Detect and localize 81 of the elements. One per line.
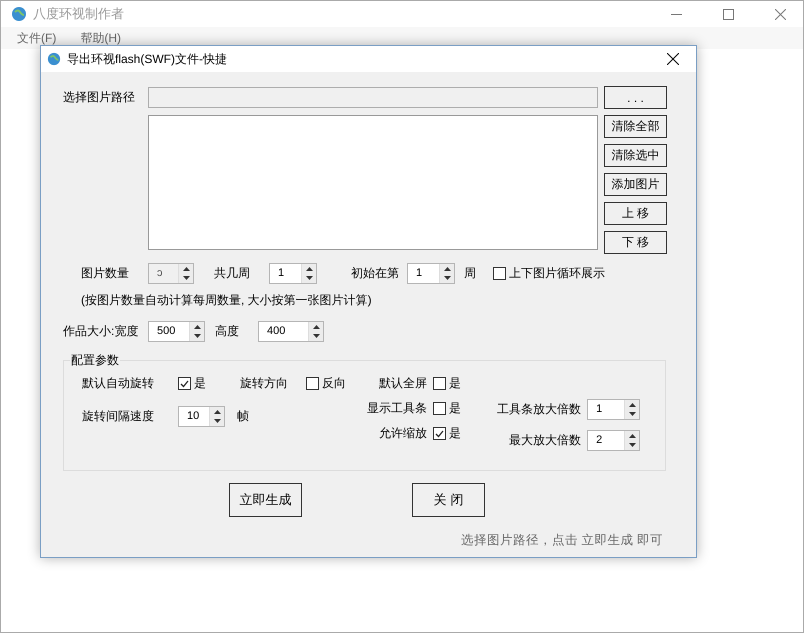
checkbox-label: 上下图片循环展示 bbox=[509, 265, 605, 282]
spin-up-button[interactable] bbox=[309, 322, 323, 332]
up-arrow-icon bbox=[628, 402, 636, 407]
checkbox-label: 是 bbox=[194, 375, 206, 392]
up-arrow-icon bbox=[628, 434, 636, 438]
field-label: 图片数量 bbox=[80, 265, 130, 282]
option-label: 默认自动旋转 bbox=[82, 375, 155, 392]
spin-up-button[interactable] bbox=[625, 431, 640, 440]
status-text: 选择图片路径，点击 立即生成 即可 bbox=[461, 532, 663, 549]
down-arrow-icon bbox=[194, 334, 200, 338]
checkbox[interactable] bbox=[432, 377, 446, 390]
checkbox[interactable] bbox=[493, 267, 506, 280]
up-arrow-icon bbox=[214, 410, 220, 414]
option-label: 工具条放大倍数 bbox=[496, 401, 582, 418]
list-button[interactable]: 清除选中 bbox=[604, 144, 667, 167]
spin-up-button[interactable] bbox=[302, 264, 316, 274]
maximize-icon bbox=[722, 8, 734, 20]
down-arrow-icon bbox=[628, 412, 636, 416]
option-label: 最大放大倍数 bbox=[508, 432, 582, 449]
down-arrow-icon bbox=[214, 419, 220, 424]
down-arrow-icon bbox=[628, 443, 636, 448]
option-label: 默认全屏 bbox=[378, 375, 427, 392]
option-label: 允许缩放 bbox=[378, 425, 427, 442]
action-button[interactable]: 关 闭 bbox=[412, 483, 485, 517]
unit-label: 帧 bbox=[237, 408, 249, 425]
spin-up-button[interactable] bbox=[625, 400, 640, 410]
hint-text: (按图片数量自动计算每周数量, 大小按第一张图片计算) bbox=[81, 292, 372, 309]
list-button[interactable]: 清除全部 bbox=[604, 115, 667, 138]
spin-field[interactable]: 1 bbox=[407, 263, 455, 284]
close-icon bbox=[774, 8, 786, 20]
checkbox-label: 是 bbox=[448, 400, 461, 417]
spin-up-button[interactable] bbox=[440, 264, 454, 274]
checkbox[interactable] bbox=[178, 377, 191, 390]
option-label: 旋转方向 bbox=[240, 375, 289, 392]
down-arrow-icon bbox=[444, 276, 450, 280]
window-title: 八度环视制作者 bbox=[33, 5, 124, 23]
spin-field[interactable]: 500 bbox=[148, 321, 205, 342]
browse-button[interactable]: . . . bbox=[604, 86, 667, 109]
checkbox-label: 是 bbox=[448, 425, 461, 442]
checkbox-label: 是 bbox=[448, 375, 461, 392]
dialog-title: 导出环视flash(SWF)文件-快捷 bbox=[67, 50, 227, 68]
checkbox-label: 反向 bbox=[322, 375, 346, 392]
spin-field[interactable]: 1 bbox=[587, 399, 640, 420]
group-title: 配置参数 bbox=[70, 352, 120, 369]
checkbox[interactable] bbox=[432, 402, 446, 415]
down-arrow-icon bbox=[306, 276, 312, 280]
check-icon bbox=[180, 380, 189, 388]
option-label: 显示工具条 bbox=[366, 400, 427, 417]
globe-icon bbox=[47, 52, 61, 66]
spin-up-button[interactable] bbox=[190, 322, 204, 332]
down-arrow-icon bbox=[312, 334, 320, 338]
list-button[interactable]: 添加图片 bbox=[604, 173, 667, 196]
field-label: 选择图片路径 bbox=[63, 89, 136, 106]
action-button[interactable]: 立即生成 bbox=[229, 483, 302, 517]
field-label: 共几周 bbox=[213, 265, 251, 282]
spin-field[interactable]: 2 bbox=[587, 430, 640, 451]
spin-field[interactable]: 400 bbox=[258, 321, 324, 342]
menu-item[interactable]: 帮助(H) bbox=[80, 30, 121, 46]
check-icon bbox=[434, 430, 444, 438]
checkbox[interactable] bbox=[306, 377, 319, 390]
field-label: 初始在第 bbox=[350, 265, 400, 282]
spin-field[interactable]: 1 bbox=[269, 263, 317, 284]
down-arrow-icon bbox=[182, 276, 190, 280]
option-label: 旋转间隔速度 bbox=[82, 408, 155, 425]
field-label: 高度 bbox=[214, 323, 240, 340]
field-label: 作品大小:宽度 bbox=[63, 323, 140, 340]
up-arrow-icon bbox=[182, 266, 190, 271]
close-icon bbox=[667, 53, 679, 65]
list-button[interactable]: 上 移 bbox=[604, 202, 667, 225]
unit-label: 周 bbox=[464, 265, 476, 282]
list-button[interactable]: 下 移 bbox=[604, 231, 667, 254]
up-arrow-icon bbox=[306, 266, 312, 271]
checkbox[interactable] bbox=[432, 427, 446, 440]
menu-item[interactable]: 文件(F) bbox=[17, 30, 56, 46]
spin-field[interactable]: 10 bbox=[178, 406, 225, 427]
path-field[interactable] bbox=[148, 87, 598, 108]
spin-up-button[interactable] bbox=[210, 407, 224, 416]
up-arrow-icon bbox=[312, 324, 320, 329]
up-arrow-icon bbox=[444, 266, 450, 271]
up-arrow-icon bbox=[194, 324, 200, 329]
globe-icon bbox=[11, 6, 27, 22]
